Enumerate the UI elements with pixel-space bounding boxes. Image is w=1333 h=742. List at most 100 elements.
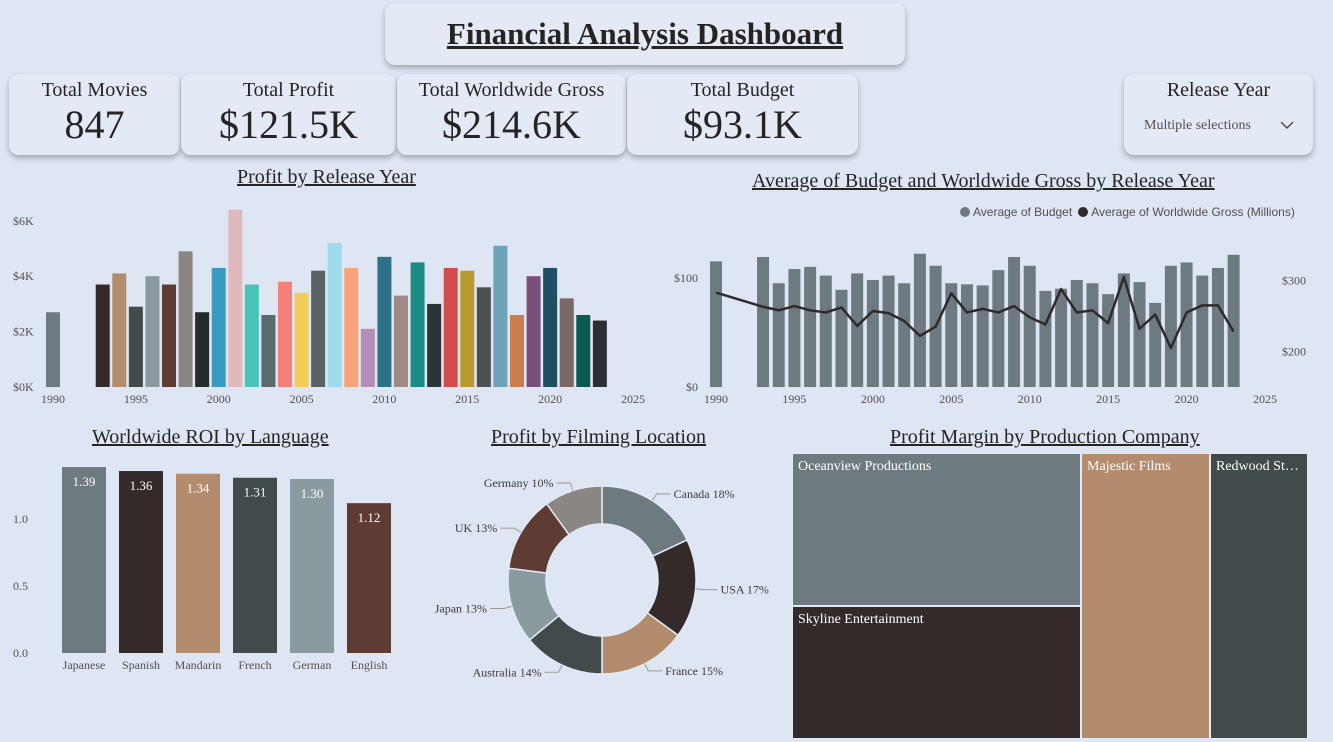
bar-1999[interactable] bbox=[195, 312, 210, 387]
bar-2019[interactable] bbox=[526, 276, 541, 387]
budget-bar-2002[interactable] bbox=[898, 283, 911, 387]
roi-bar-german[interactable] bbox=[290, 479, 334, 653]
treemap-cell-majestic[interactable]: Majestic Films bbox=[1081, 453, 1210, 739]
chevron-down-icon[interactable] bbox=[1280, 118, 1294, 132]
bar-1993[interactable] bbox=[95, 284, 110, 387]
budget-bar-2000[interactable] bbox=[866, 279, 879, 387]
kpi-label: Total Profit bbox=[242, 79, 335, 101]
roi-bar-english[interactable] bbox=[347, 503, 391, 653]
budget-bar-1999[interactable] bbox=[851, 273, 864, 387]
bar-2016[interactable] bbox=[476, 287, 491, 387]
budget-bar-1996[interactable] bbox=[804, 266, 817, 387]
kpi-total-movies[interactable]: Total Movies 847 bbox=[9, 74, 180, 155]
budget-bar-2022[interactable] bbox=[1211, 267, 1224, 387]
budget-bar-2003[interactable] bbox=[913, 253, 926, 387]
bar-2021[interactable] bbox=[559, 298, 574, 387]
bar-2004[interactable] bbox=[278, 281, 292, 387]
roi-bar-mandarin[interactable] bbox=[176, 473, 220, 653]
bar-2022[interactable] bbox=[576, 315, 591, 387]
kpi-label: Total Movies bbox=[41, 79, 148, 101]
slice-label: Japan 13% bbox=[435, 601, 487, 615]
release-year-slicer[interactable]: Release Year Multiple selections bbox=[1124, 74, 1313, 155]
data-label: 1.31 bbox=[244, 485, 267, 500]
roi-bar-french[interactable] bbox=[233, 477, 277, 653]
roi-by-language-chart[interactable]: 1.39 Japanese 1.36 Spanish 1.34 Mandarin 1.31 F… bbox=[0, 450, 420, 680]
budget-bar-2006[interactable] bbox=[960, 284, 973, 387]
budget-gross-chart[interactable]: $0 $100 $200 $300 1990 1995 2000 2005 2010 2015 20… bbox=[660, 225, 1333, 415]
budget-bar-2007[interactable] bbox=[976, 285, 989, 387]
budget-bar-1995[interactable] bbox=[788, 269, 801, 387]
budget-bar-2009[interactable] bbox=[1008, 257, 1021, 387]
budget-bar-2012[interactable] bbox=[1055, 288, 1068, 387]
x-tick-label: French bbox=[238, 658, 271, 672]
budget-bar-1990[interactable] bbox=[710, 261, 722, 387]
bar-1997[interactable] bbox=[162, 284, 176, 387]
profit-by-location-chart[interactable]: Canada 18% USA 17% France 15% Australia 14%… bbox=[420, 450, 790, 690]
legend-label: Average of Worldwide Gross (Millions) bbox=[1091, 205, 1295, 219]
bar-2008[interactable] bbox=[344, 267, 359, 387]
budget-bar-2013[interactable] bbox=[1070, 279, 1083, 387]
bar-2020[interactable] bbox=[543, 267, 558, 387]
treemap-cell-oceanview[interactable]: Oceanview Productions bbox=[792, 453, 1081, 606]
slicer-selection[interactable]: Multiple selections bbox=[1144, 118, 1251, 134]
budget-bar-2008[interactable] bbox=[992, 270, 1005, 387]
x-tick-label: Spanish bbox=[122, 658, 160, 672]
y-tick-label: 1.0 bbox=[13, 512, 28, 526]
budget-bar-2021[interactable] bbox=[1196, 275, 1209, 387]
slice-label: USA 17% bbox=[721, 583, 769, 597]
bar-2007[interactable] bbox=[327, 243, 342, 387]
bar-2000[interactable] bbox=[211, 267, 226, 387]
budget-bar-1993[interactable] bbox=[757, 257, 770, 387]
roi-bar-japanese[interactable] bbox=[62, 467, 106, 653]
bar-1998[interactable] bbox=[178, 251, 193, 387]
bar-2001[interactable] bbox=[228, 209, 243, 387]
bar-2018[interactable] bbox=[510, 315, 524, 387]
budget-bar-2023[interactable] bbox=[1227, 254, 1240, 387]
bar-2015[interactable] bbox=[460, 270, 475, 387]
chart-title-roi-by-language: Worldwide ROI by Language bbox=[92, 426, 329, 448]
budget-bar-1998[interactable] bbox=[835, 289, 848, 387]
budget-bar-2011[interactable] bbox=[1039, 290, 1052, 387]
bar-2005[interactable] bbox=[294, 292, 309, 387]
bar-2023[interactable] bbox=[592, 320, 607, 387]
y-left-tick-label: $0 bbox=[686, 380, 698, 394]
legend-item-gross[interactable]: Average of Worldwide Gross (Millions) bbox=[1078, 205, 1295, 219]
bar-2011[interactable] bbox=[394, 295, 408, 387]
budget-bar-2017[interactable] bbox=[1133, 282, 1146, 387]
x-tick-label: 2015 bbox=[1096, 392, 1120, 406]
legend-dot-icon bbox=[1078, 207, 1089, 217]
bar-1995[interactable] bbox=[128, 306, 143, 387]
bar-2017[interactable] bbox=[493, 245, 508, 387]
bar-2014[interactable] bbox=[443, 267, 458, 387]
bar-2010[interactable] bbox=[377, 256, 392, 387]
bar-2002[interactable] bbox=[244, 284, 259, 387]
treemap-cell-skyline[interactable]: Skyline Entertainment bbox=[792, 606, 1081, 739]
treemap-cell-redwood[interactable]: Redwood St… bbox=[1210, 453, 1308, 739]
bar-2012[interactable] bbox=[410, 262, 425, 387]
x-tick-label: 2000 bbox=[207, 392, 231, 406]
budget-bar-2001[interactable] bbox=[882, 275, 895, 387]
x-tick-label: 2010 bbox=[372, 392, 396, 406]
profit-margin-treemap[interactable]: Oceanview Productions Skyline Entertainm… bbox=[792, 453, 1308, 739]
budget-bar-2019[interactable] bbox=[1164, 265, 1177, 387]
bar-1990[interactable] bbox=[46, 312, 60, 387]
kpi-total-worldwide-gross[interactable]: Total Worldwide Gross $214.6K bbox=[397, 74, 626, 155]
budget-bar-2014[interactable] bbox=[1086, 283, 1099, 387]
budget-bar-1997[interactable] bbox=[819, 275, 832, 387]
kpi-value: $214.6K bbox=[442, 102, 581, 147]
y-tick-label: $6K bbox=[13, 214, 34, 228]
profit-by-year-chart[interactable]: $0K $2K $4K $6K 1990 1995 2000 2005 2010 2015 2020… bbox=[0, 195, 660, 415]
bar-1994[interactable] bbox=[112, 273, 127, 387]
bar-2003[interactable] bbox=[261, 315, 276, 387]
kpi-total-budget[interactable]: Total Budget $93.1K bbox=[627, 74, 858, 155]
bar-2006[interactable] bbox=[311, 270, 326, 387]
roi-bar-spanish[interactable] bbox=[119, 471, 163, 653]
y-tick-label: 0.5 bbox=[13, 579, 28, 593]
bar-2009[interactable] bbox=[360, 328, 375, 387]
legend-item-budget[interactable]: Average of Budget bbox=[960, 205, 1072, 219]
bar-1996[interactable] bbox=[145, 276, 160, 387]
bar-2013[interactable] bbox=[427, 303, 442, 387]
budget-bar-1994[interactable] bbox=[772, 283, 785, 387]
budget-bar-2010[interactable] bbox=[1023, 265, 1036, 387]
kpi-total-profit[interactable]: Total Profit $121.5K bbox=[181, 74, 396, 155]
